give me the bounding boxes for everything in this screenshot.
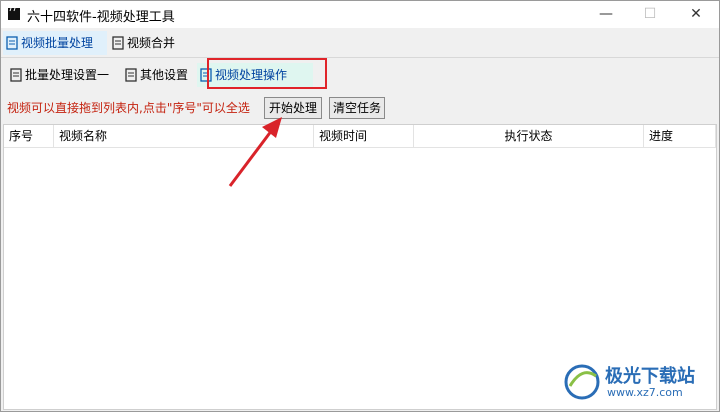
annotation-arrow [228, 117, 282, 187]
watermark-url: www.xz7.com [607, 386, 683, 399]
watermark-brand: 极光下载站 [605, 366, 695, 387]
